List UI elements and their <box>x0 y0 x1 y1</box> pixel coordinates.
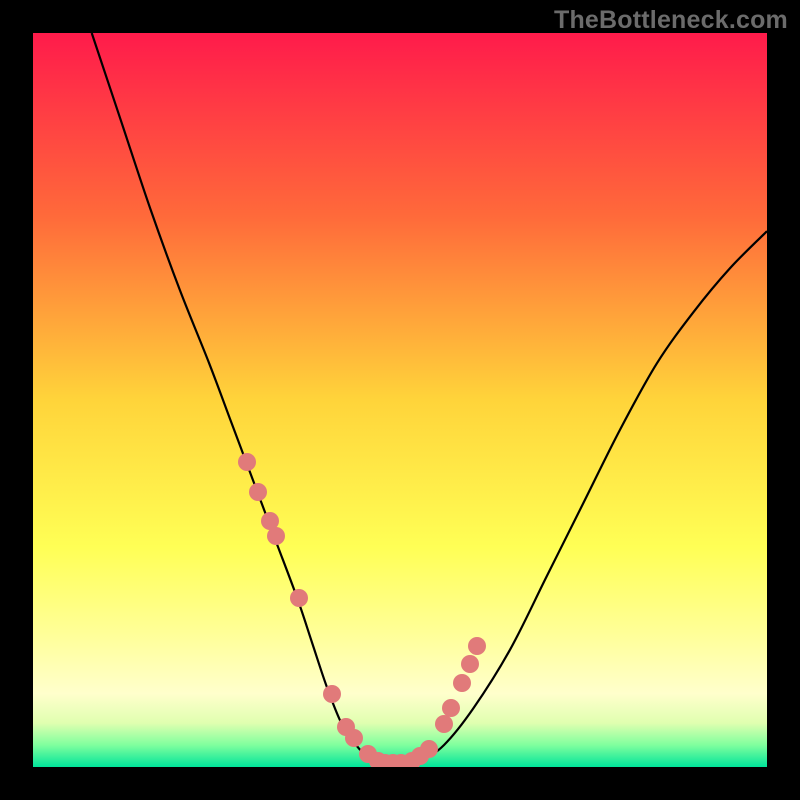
curve-marker <box>435 715 453 733</box>
chart-area <box>33 33 767 767</box>
bottleneck-curve <box>33 33 767 767</box>
curve-marker <box>238 453 256 471</box>
curve-marker <box>453 674 471 692</box>
curve-marker <box>442 699 460 717</box>
curve-marker <box>468 637 486 655</box>
curve-marker <box>461 655 479 673</box>
curve-marker <box>249 483 267 501</box>
curve-marker <box>345 729 363 747</box>
curve-marker <box>323 685 341 703</box>
curve-marker <box>267 527 285 545</box>
curve-marker <box>420 740 438 758</box>
curve-marker <box>290 589 308 607</box>
watermark-text: TheBottleneck.com <box>554 6 788 35</box>
